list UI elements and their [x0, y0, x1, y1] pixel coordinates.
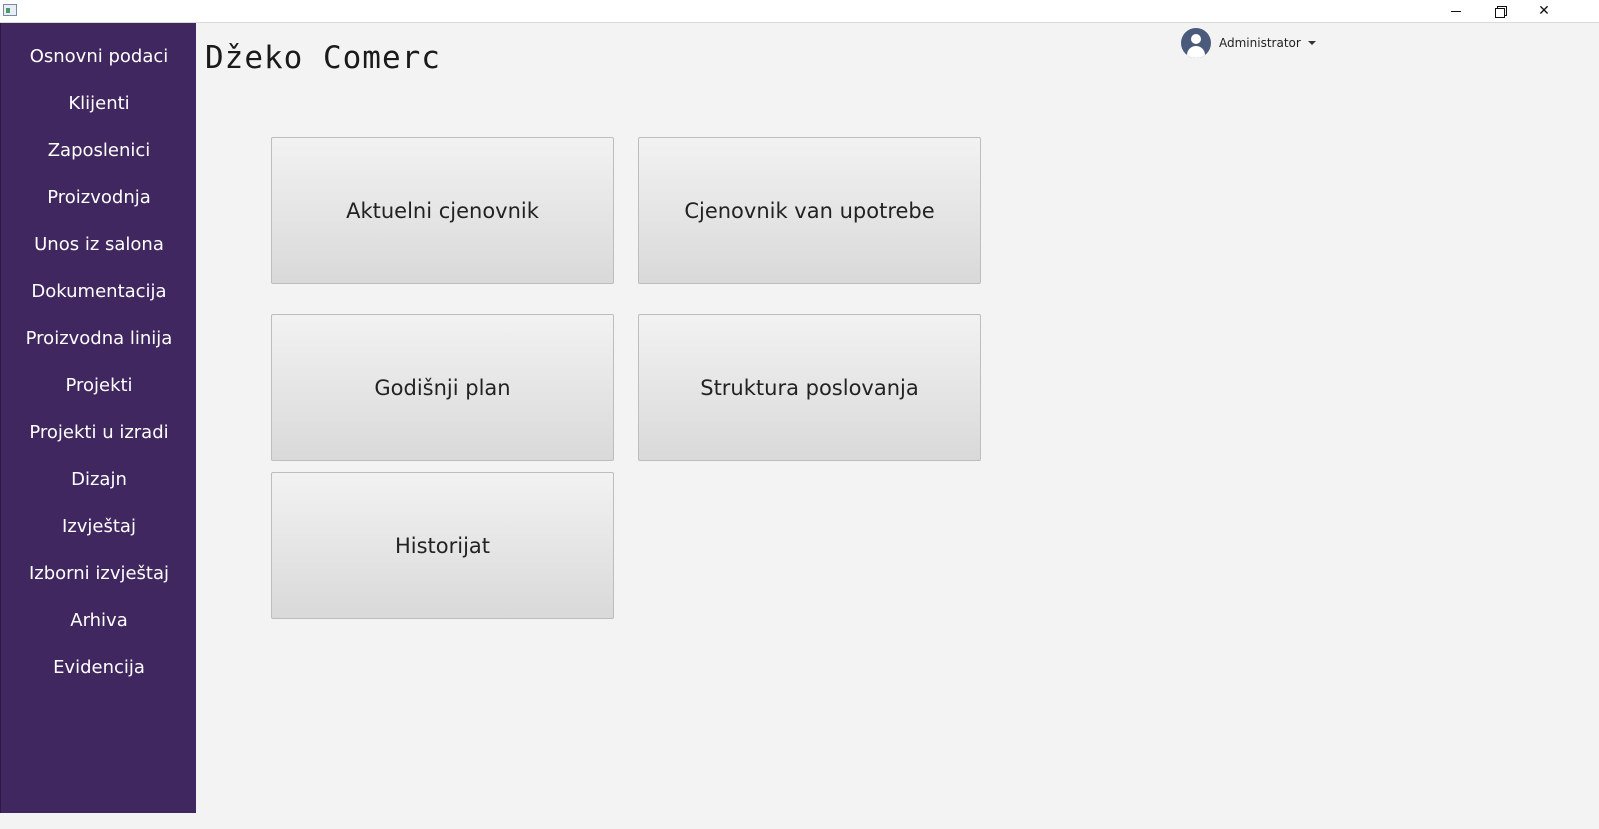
sidebar: Osnovni podaci Klijenti Zaposlenici Proi…	[0, 23, 196, 813]
sidebar-item-proizvodna-linija[interactable]: Proizvodna linija	[1, 318, 197, 358]
sidebar-item-izvjestaj[interactable]: Izvještaj	[1, 506, 197, 546]
user-menu[interactable]: Administrator	[1181, 27, 1316, 59]
sidebar-item-projekti[interactable]: Projekti	[1, 365, 197, 405]
tile-struktura-poslovanja-button[interactable]: Struktura poslovanja	[638, 314, 981, 461]
user-name: Administrator	[1219, 36, 1301, 50]
user-avatar-icon	[1181, 28, 1211, 58]
sidebar-item-klijenti[interactable]: Klijenti	[1, 83, 197, 123]
sidebar-item-izborni-izvjestaj[interactable]: Izborni izvještaj	[1, 553, 197, 593]
window-title-bar: ✕	[0, 0, 1599, 23]
sidebar-item-zaposlenici[interactable]: Zaposlenici	[1, 130, 197, 170]
sidebar-item-proizvodnja[interactable]: Proizvodnja	[1, 177, 197, 217]
restore-button[interactable]	[1478, 0, 1522, 22]
sidebar-item-osnovni-podaci[interactable]: Osnovni podaci	[1, 36, 197, 76]
sidebar-item-dizajn[interactable]: Dizajn	[1, 459, 197, 499]
caret-down-icon	[1307, 41, 1316, 45]
sidebar-item-dokumentacija[interactable]: Dokumentacija	[1, 271, 197, 311]
sidebar-item-evidencija[interactable]: Evidencija	[1, 647, 197, 687]
minimize-button[interactable]	[1434, 0, 1478, 22]
page-title: Džeko Comerc	[205, 40, 441, 76]
tile-godisnji-plan-button[interactable]: Godišnji plan	[271, 314, 614, 461]
sidebar-item-projekti-u-izradi[interactable]: Projekti u izradi	[1, 412, 197, 452]
restore-icon	[1495, 6, 1507, 18]
sidebar-item-unos-iz-salona[interactable]: Unos iz salona	[1, 224, 197, 264]
close-button[interactable]: ✕	[1522, 0, 1566, 22]
sidebar-item-arhiva[interactable]: Arhiva	[1, 600, 197, 640]
close-icon: ✕	[1538, 3, 1550, 19]
app-window-icon	[3, 4, 17, 16]
minimize-icon	[1451, 10, 1461, 12]
tile-historijat-button[interactable]: Historijat	[271, 472, 614, 619]
tile-cjenovnik-van-upotrebe-button[interactable]: Cjenovnik van upotrebe	[638, 137, 981, 284]
tile-aktuelni-cjenovnik-button[interactable]: Aktuelni cjenovnik	[271, 137, 614, 284]
